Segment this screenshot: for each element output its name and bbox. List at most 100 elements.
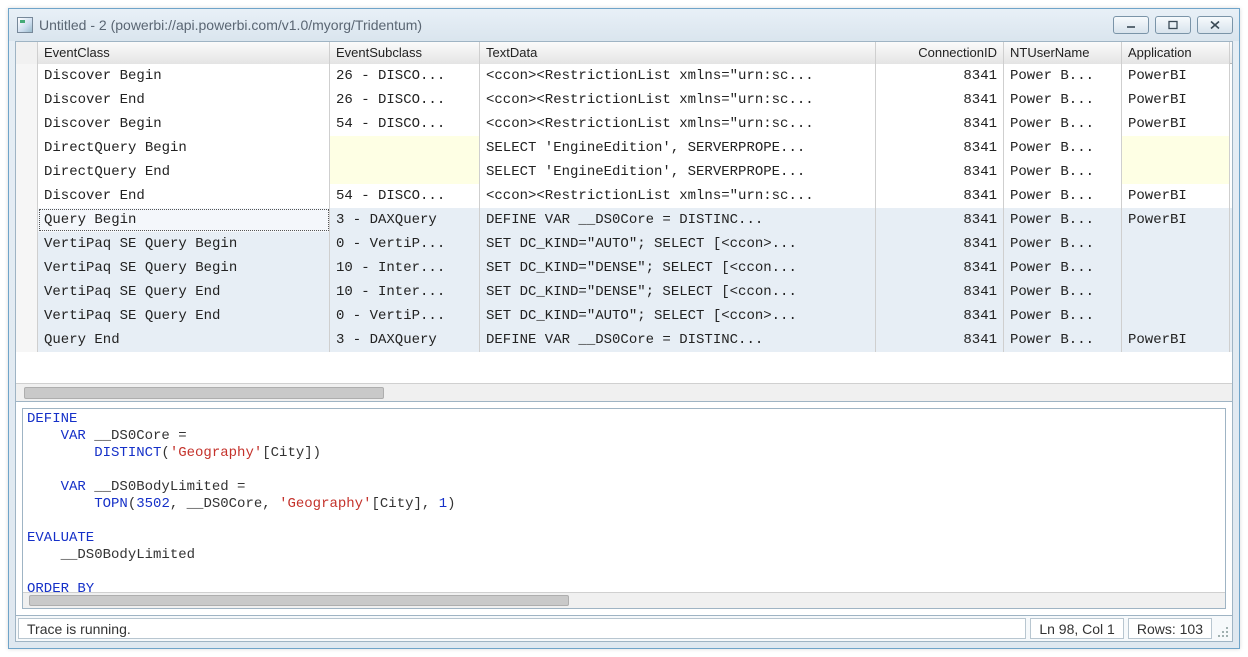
cell-connectionid[interactable]: 8341 bbox=[876, 256, 1004, 280]
cell-connectionid[interactable]: 8341 bbox=[876, 184, 1004, 208]
row-header[interactable] bbox=[16, 304, 38, 328]
cell-connectionid[interactable]: 8341 bbox=[876, 112, 1004, 136]
maximize-button[interactable] bbox=[1155, 16, 1191, 34]
cell-ntusername[interactable]: Power B... bbox=[1004, 64, 1122, 88]
table-row[interactable]: Discover Begin26 - DISCO...<ccon><Restri… bbox=[16, 64, 1232, 88]
cell-textdata[interactable]: <ccon><RestrictionList xmlns="urn:sc... bbox=[480, 112, 876, 136]
cell-ntusername[interactable]: Power B... bbox=[1004, 256, 1122, 280]
grid-horizontal-scrollbar[interactable] bbox=[16, 383, 1232, 401]
cell-eventsubclass[interactable]: 0 - VertiP... bbox=[330, 232, 480, 256]
cell-connectionid[interactable]: 8341 bbox=[876, 232, 1004, 256]
cell-eventsubclass[interactable]: 26 - DISCO... bbox=[330, 64, 480, 88]
cell-textdata[interactable]: <ccon><RestrictionList xmlns="urn:sc... bbox=[480, 88, 876, 112]
cell-applicationname[interactable]: PowerBI bbox=[1122, 328, 1230, 352]
cell-applicationname[interactable]: PowerBI bbox=[1122, 112, 1230, 136]
grid-body[interactable]: Discover Begin26 - DISCO...<ccon><Restri… bbox=[16, 64, 1232, 352]
cell-eventclass[interactable]: VertiPaq SE Query End bbox=[38, 280, 330, 304]
cell-connectionid[interactable]: 8341 bbox=[876, 160, 1004, 184]
cell-applicationname[interactable] bbox=[1122, 136, 1230, 160]
col-textdata[interactable]: TextData bbox=[480, 42, 876, 64]
cell-eventclass[interactable]: Discover Begin bbox=[38, 64, 330, 88]
trace-grid[interactable]: EventClass EventSubclass TextData Connec… bbox=[16, 42, 1232, 402]
cell-ntusername[interactable]: Power B... bbox=[1004, 184, 1122, 208]
row-header-corner[interactable] bbox=[16, 42, 38, 64]
cell-textdata[interactable]: <ccon><RestrictionList xmlns="urn:sc... bbox=[480, 184, 876, 208]
cell-applicationname[interactable] bbox=[1122, 304, 1230, 328]
cell-ntusername[interactable]: Power B... bbox=[1004, 304, 1122, 328]
row-header[interactable] bbox=[16, 232, 38, 256]
cell-textdata[interactable]: <ccon><RestrictionList xmlns="urn:sc... bbox=[480, 64, 876, 88]
row-header[interactable] bbox=[16, 88, 38, 112]
table-row[interactable]: Discover End54 - DISCO...<ccon><Restrict… bbox=[16, 184, 1232, 208]
cell-eventclass[interactable]: DirectQuery End bbox=[38, 160, 330, 184]
col-ntusername[interactable]: NTUserName bbox=[1004, 42, 1122, 64]
table-row[interactable]: VertiPaq SE Query End0 - VertiP...SET DC… bbox=[16, 304, 1232, 328]
minimize-button[interactable] bbox=[1113, 16, 1149, 34]
cell-eventsubclass[interactable]: 0 - VertiP... bbox=[330, 304, 480, 328]
cell-applicationname[interactable]: PowerBI bbox=[1122, 88, 1230, 112]
table-row[interactable]: DirectQuery End SELECT 'EngineEdition', … bbox=[16, 160, 1232, 184]
close-button[interactable] bbox=[1197, 16, 1233, 34]
dax-code[interactable]: DEFINE VAR __DS0Core = DISTINCT('Geograp… bbox=[23, 409, 1225, 592]
cell-eventsubclass[interactable]: 3 - DAXQuery bbox=[330, 208, 480, 232]
cell-eventsubclass[interactable] bbox=[330, 136, 480, 160]
cell-eventclass[interactable]: VertiPaq SE Query End bbox=[38, 304, 330, 328]
row-header[interactable] bbox=[16, 160, 38, 184]
cell-applicationname[interactable] bbox=[1122, 232, 1230, 256]
table-row[interactable]: Discover End26 - DISCO...<ccon><Restrict… bbox=[16, 88, 1232, 112]
col-eventclass[interactable]: EventClass bbox=[38, 42, 330, 64]
cell-textdata[interactable]: SELECT 'EngineEdition', SERVERPROPE... bbox=[480, 136, 876, 160]
cell-ntusername[interactable]: Power B... bbox=[1004, 88, 1122, 112]
cell-ntusername[interactable]: Power B... bbox=[1004, 280, 1122, 304]
col-eventsubclass[interactable]: EventSubclass bbox=[330, 42, 480, 64]
cell-applicationname[interactable]: PowerBI bbox=[1122, 208, 1230, 232]
cell-connectionid[interactable]: 8341 bbox=[876, 208, 1004, 232]
cell-textdata[interactable]: SET DC_KIND="DENSE"; SELECT [<ccon... bbox=[480, 280, 876, 304]
table-row[interactable]: VertiPaq SE Query End10 - Inter...SET DC… bbox=[16, 280, 1232, 304]
row-header[interactable] bbox=[16, 328, 38, 352]
cell-eventsubclass[interactable]: 26 - DISCO... bbox=[330, 88, 480, 112]
table-row[interactable]: VertiPaq SE Query Begin0 - VertiP...SET … bbox=[16, 232, 1232, 256]
cell-eventsubclass[interactable]: 54 - DISCO... bbox=[330, 112, 480, 136]
cell-connectionid[interactable]: 8341 bbox=[876, 280, 1004, 304]
cell-textdata[interactable]: SET DC_KIND="AUTO"; SELECT [<ccon>... bbox=[480, 304, 876, 328]
textdata-detail-pane[interactable]: DEFINE VAR __DS0Core = DISTINCT('Geograp… bbox=[22, 408, 1226, 609]
cell-eventclass[interactable]: Query End bbox=[38, 328, 330, 352]
row-header[interactable] bbox=[16, 280, 38, 304]
cell-applicationname[interactable] bbox=[1122, 256, 1230, 280]
cell-ntusername[interactable]: Power B... bbox=[1004, 328, 1122, 352]
row-header[interactable] bbox=[16, 112, 38, 136]
scrollbar-thumb[interactable] bbox=[29, 595, 569, 606]
cell-ntusername[interactable]: Power B... bbox=[1004, 232, 1122, 256]
scrollbar-thumb[interactable] bbox=[24, 387, 384, 399]
titlebar[interactable]: Untitled - 2 (powerbi://api.powerbi.com/… bbox=[9, 9, 1239, 41]
cell-connectionid[interactable]: 8341 bbox=[876, 304, 1004, 328]
cell-ntusername[interactable]: Power B... bbox=[1004, 160, 1122, 184]
cell-applicationname[interactable]: PowerBI bbox=[1122, 184, 1230, 208]
row-header[interactable] bbox=[16, 256, 38, 280]
cell-textdata[interactable]: SET DC_KIND="AUTO"; SELECT [<ccon>... bbox=[480, 232, 876, 256]
table-row[interactable]: Query End3 - DAXQueryDEFINE VAR __DS0Cor… bbox=[16, 328, 1232, 352]
row-header[interactable] bbox=[16, 136, 38, 160]
table-row[interactable]: Discover Begin54 - DISCO...<ccon><Restri… bbox=[16, 112, 1232, 136]
cell-eventclass[interactable]: Query Begin bbox=[38, 208, 330, 232]
cell-ntusername[interactable]: Power B... bbox=[1004, 112, 1122, 136]
cell-applicationname[interactable]: PowerBI bbox=[1122, 64, 1230, 88]
col-applicationname[interactable]: Application bbox=[1122, 42, 1230, 64]
cell-connectionid[interactable]: 8341 bbox=[876, 136, 1004, 160]
cell-eventclass[interactable]: Discover Begin bbox=[38, 112, 330, 136]
cell-textdata[interactable]: SET DC_KIND="DENSE"; SELECT [<ccon... bbox=[480, 256, 876, 280]
cell-eventsubclass[interactable]: 54 - DISCO... bbox=[330, 184, 480, 208]
table-row[interactable]: DirectQuery Begin SELECT 'EngineEdition'… bbox=[16, 136, 1232, 160]
cell-connectionid[interactable]: 8341 bbox=[876, 88, 1004, 112]
cell-applicationname[interactable] bbox=[1122, 160, 1230, 184]
cell-eventclass[interactable]: VertiPaq SE Query Begin bbox=[38, 232, 330, 256]
cell-eventsubclass[interactable]: 10 - Inter... bbox=[330, 280, 480, 304]
cell-eventclass[interactable]: VertiPaq SE Query Begin bbox=[38, 256, 330, 280]
cell-connectionid[interactable]: 8341 bbox=[876, 328, 1004, 352]
cell-eventclass[interactable]: Discover End bbox=[38, 88, 330, 112]
col-connectionid[interactable]: ConnectionID bbox=[876, 42, 1004, 64]
cell-eventclass[interactable]: Discover End bbox=[38, 184, 330, 208]
cell-textdata[interactable]: SELECT 'EngineEdition', SERVERPROPE... bbox=[480, 160, 876, 184]
row-header[interactable] bbox=[16, 184, 38, 208]
